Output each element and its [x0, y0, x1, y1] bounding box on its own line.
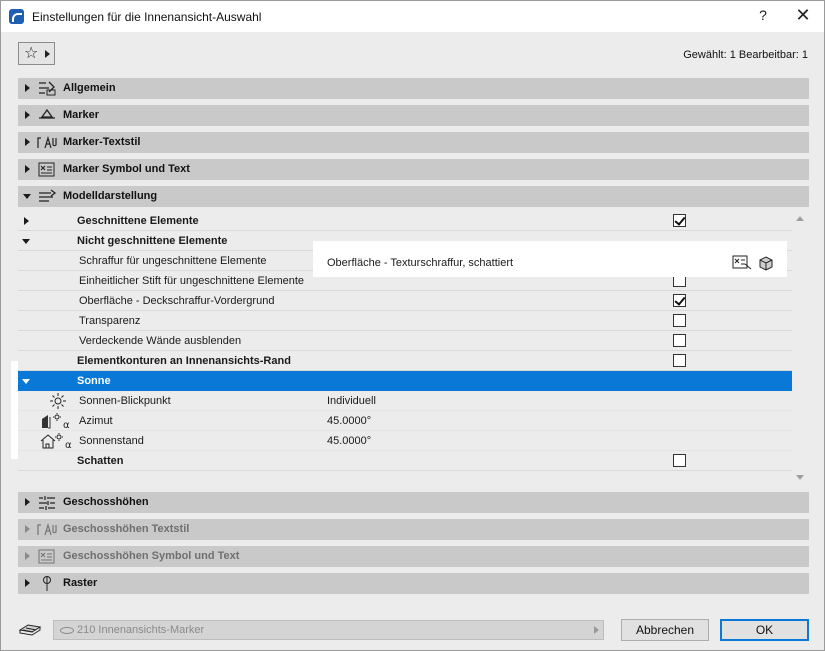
row-label: Einheitlicher Stift für ungeschnittene E… — [79, 275, 305, 287]
checkbox[interactable] — [673, 334, 686, 347]
row-value[interactable]: 45.0000° — [327, 415, 371, 427]
collapse-arrow-icon[interactable] — [23, 194, 31, 199]
sun-altitude-icon: α — [40, 432, 74, 451]
row-value[interactable]: Individuell — [327, 395, 376, 407]
panel-label: Modelldarstellung — [63, 190, 158, 202]
panel-geschosshoehen[interactable]: Geschosshöhen — [18, 492, 809, 513]
marker-name: 210 Innenansichts-Marker — [77, 624, 205, 636]
title-bar: Einstellungen für die Innenansicht-Auswa… — [1, 1, 824, 32]
row-value[interactable]: 45.0000° — [327, 435, 371, 447]
tree-row-transparenz[interactable]: Transparenz — [18, 311, 792, 331]
close-button[interactable]: ✕ — [791, 5, 815, 27]
expand-arrow-icon[interactable] — [25, 138, 30, 146]
row-label: Oberfläche - Deckschraffur-Vordergrund — [79, 295, 275, 307]
panel-modelldarstellung[interactable]: Modelldarstellung — [18, 186, 809, 207]
help-button[interactable]: ? — [753, 7, 773, 27]
row-label: Nicht geschnittene Elemente — [77, 235, 228, 247]
row-label: Sonnen-Blickpunkt — [79, 395, 171, 407]
expand-arrow-icon[interactable] — [25, 84, 30, 92]
selection-info: Gewählt: 1 Bearbeitbar: 1 — [683, 49, 808, 61]
expand-arrow-icon[interactable] — [25, 498, 30, 506]
checkbox[interactable] — [673, 354, 686, 367]
row-label: Transparenz — [79, 315, 141, 327]
row-label: Schraffur für ungeschnittene Elemente — [79, 255, 267, 267]
panel-label: Marker-Textstil — [63, 136, 141, 148]
tree-row-elementkonturen[interactable]: Elementkonturen an Innenansichts-Rand — [18, 351, 792, 371]
collapse-arrow-icon[interactable] — [22, 379, 30, 384]
panel-label: Geschosshöhen Textstil — [63, 523, 190, 535]
marker-type-select[interactable]: 210 Innenansichts-Marker — [53, 620, 604, 640]
settings-dialog: Einstellungen für die Innenansicht-Auswa… — [0, 0, 825, 651]
expand-arrow-icon[interactable] — [25, 111, 30, 119]
checkbox[interactable] — [673, 294, 686, 307]
panel-label: Marker Symbol und Text — [63, 163, 190, 175]
row-label: Azimut — [79, 415, 113, 427]
panel-marker-symbol[interactable]: Marker Symbol und Text — [18, 159, 809, 180]
marker-shape-icon — [60, 627, 74, 634]
row-label: Sonne — [77, 375, 111, 387]
marker-icon — [37, 107, 57, 124]
model-display-icon — [37, 188, 57, 205]
svg-text:α: α — [65, 440, 72, 450]
expand-arrow-icon[interactable] — [25, 165, 30, 173]
expand-arrow-icon[interactable] — [24, 217, 29, 225]
layers-icon — [18, 620, 42, 638]
checkbox[interactable] — [673, 454, 686, 467]
text-style-icon — [37, 134, 57, 151]
general-settings-icon — [37, 80, 57, 97]
favorites-button[interactable]: ☆ — [18, 42, 55, 65]
panel-geschosshoehen-symbol[interactable]: Geschosshöhen Symbol und Text — [18, 546, 809, 567]
story-levels-icon — [37, 494, 57, 511]
panel-marker-textstil[interactable]: Marker-Textstil — [18, 132, 809, 153]
row-label: Verdeckende Wände ausblenden — [79, 335, 242, 347]
panel-marker[interactable]: Marker — [18, 105, 809, 126]
tree-row-geschnittene[interactable]: Geschnittene Elemente — [18, 211, 792, 231]
star-icon: ☆ — [24, 44, 39, 62]
expand-arrow-icon[interactable] — [25, 552, 30, 560]
row-label: Geschnittene Elemente — [77, 215, 199, 227]
ok-button[interactable]: OK — [720, 619, 809, 641]
panel-label: Marker — [63, 109, 100, 121]
panel-geschosshoehen-textstil[interactable]: Geschosshöhen Textstil — [18, 519, 809, 540]
scroll-up-icon[interactable] — [796, 216, 804, 221]
row-label: Elementkonturen an Innenansichts-Rand — [77, 355, 291, 367]
svg-text:α: α — [63, 420, 70, 430]
checkbox[interactable] — [673, 314, 686, 327]
cancel-button[interactable]: Abbrechen — [621, 619, 709, 641]
tree-row-schatten[interactable]: Schatten — [18, 451, 792, 471]
app-icon — [9, 9, 24, 24]
expand-arrow-icon[interactable] — [25, 579, 30, 587]
panel-label: Allgemein — [63, 82, 116, 94]
panel-label: Geschosshöhen — [63, 496, 149, 508]
tree-scrollbar[interactable] — [792, 209, 809, 488]
window-title: Einstellungen für die Innenansicht-Auswa… — [32, 10, 262, 24]
dropdown-arrow-icon — [45, 50, 50, 58]
symbol-text-icon — [37, 548, 57, 565]
panel-raster[interactable]: Raster — [18, 573, 809, 594]
panel-allgemein[interactable]: Allgemein — [18, 78, 809, 99]
panel-label: Raster — [63, 577, 98, 589]
scroll-down-icon[interactable] — [796, 475, 804, 480]
hatch-value: Oberfläche - Texturschraffur, schattiert — [327, 257, 514, 269]
checkbox[interactable] — [673, 214, 686, 227]
text-style-icon — [37, 521, 57, 538]
sun-icon — [40, 392, 74, 410]
expand-arrow-icon[interactable] — [25, 525, 30, 533]
tree-row-verdeckende-waende[interactable]: Verdeckende Wände ausblenden — [18, 331, 792, 351]
row-label: Schatten — [77, 455, 124, 467]
tree-row-sonnen-blickpunkt[interactable]: Sonnen-Blickpunkt Individuell — [18, 391, 792, 411]
dropdown-arrow-icon — [594, 626, 599, 634]
row-label: Sonnenstand — [79, 435, 144, 447]
azimuth-icon: α — [40, 412, 74, 431]
tree-row-azimut[interactable]: α Azimut 45.0000° — [18, 411, 792, 431]
hatch-value-popup[interactable]: Oberfläche - Texturschraffur, schattiert — [313, 241, 787, 277]
tree-row-deckschraffur[interactable]: Oberfläche - Deckschraffur-Vordergrund — [18, 291, 792, 311]
tree-row-sonne[interactable]: Sonne — [18, 371, 792, 391]
hatch-option-icons[interactable] — [731, 254, 779, 272]
symbol-text-icon — [37, 161, 57, 178]
collapse-arrow-icon[interactable] — [22, 239, 30, 244]
panel-label: Geschosshöhen Symbol und Text — [63, 550, 240, 562]
grid-icon — [37, 575, 57, 592]
tree-row-sonnenstand[interactable]: α Sonnenstand 45.0000° — [18, 431, 792, 451]
